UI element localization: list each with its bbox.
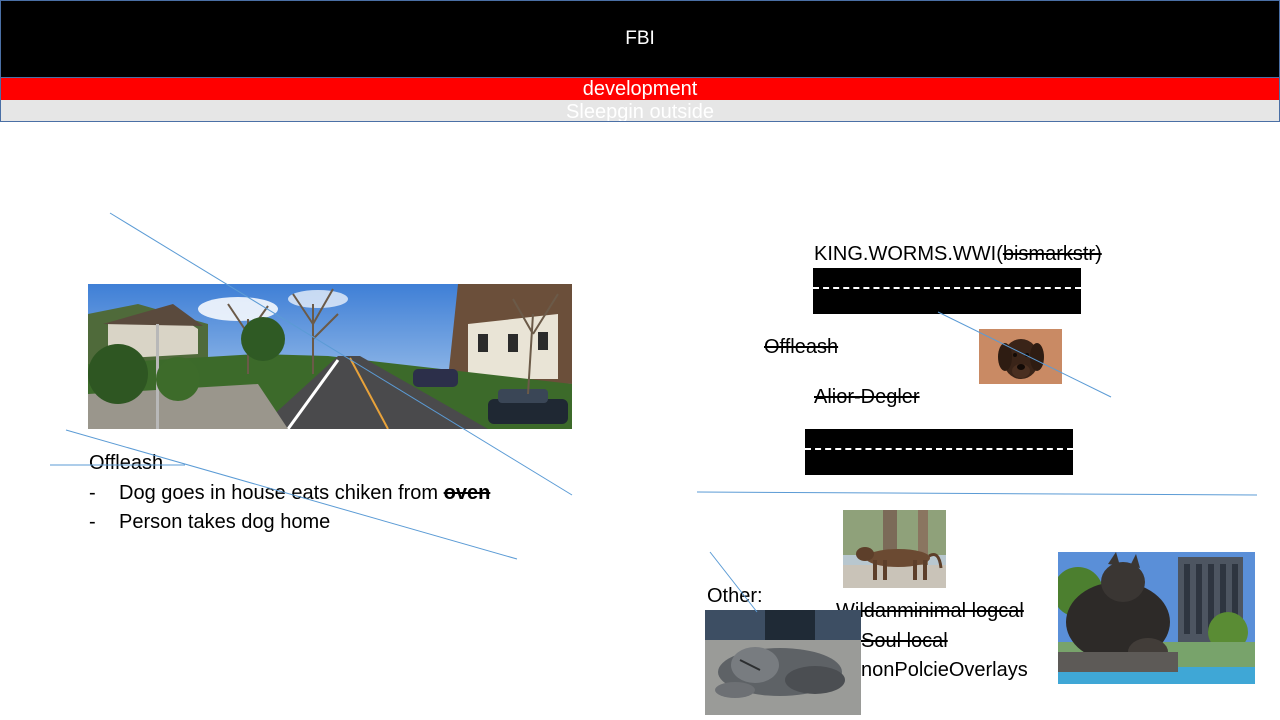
subtitle-label: Sleepgin outside	[566, 101, 714, 122]
development-bar: development	[0, 78, 1280, 100]
offleash-heading: Offleash	[89, 452, 164, 474]
page-title: FBI	[625, 28, 655, 49]
road-dash-top	[813, 287, 1081, 289]
bullet-marker-2: -	[89, 511, 96, 533]
title-bar: FBI	[0, 0, 1280, 78]
soul-local-struck: Soul local	[861, 630, 948, 652]
bismarkstr-struck: bismarkstr)	[1002, 243, 1102, 265]
puma-statue-photo	[1058, 552, 1255, 684]
walking-cat-statue-photo	[843, 510, 946, 588]
bullet-emphasis-oven: oven	[443, 482, 491, 504]
connector-line-divider	[696, 491, 1258, 496]
alior-degler-struck: Alior-Degler	[814, 386, 920, 408]
road-dash-bottom	[805, 448, 1073, 450]
subtitle-bar: Sleepgin outside	[0, 100, 1280, 122]
lying-lion-statue-photo	[705, 610, 861, 715]
road-bar-top	[813, 268, 1081, 314]
non-police-overlays-label: nonPolcieOverlays	[861, 659, 1028, 681]
road-bar-bottom	[805, 429, 1073, 475]
street-photo	[88, 284, 572, 429]
development-label: development	[582, 78, 698, 100]
king-worms-label: KING.WORMS.WWI(bismarkstr)	[814, 242, 1102, 266]
king-label-text: KING.WORMS.WWI(	[814, 243, 1003, 265]
bullet-marker-1: -	[89, 482, 96, 504]
wildanminimal-struck: Wildanminimal logcal	[836, 600, 1024, 622]
dog-photo	[979, 329, 1062, 384]
bullet-text-1: Dog goes in house eats chiken from	[119, 482, 444, 504]
bullet-item-1: Dog goes in house eats chiken from oven	[119, 481, 490, 505]
offleash-struck: Offleash	[764, 336, 839, 358]
bullet-item-2: Person takes dog home	[119, 511, 331, 533]
other-label: Other:	[707, 585, 763, 607]
